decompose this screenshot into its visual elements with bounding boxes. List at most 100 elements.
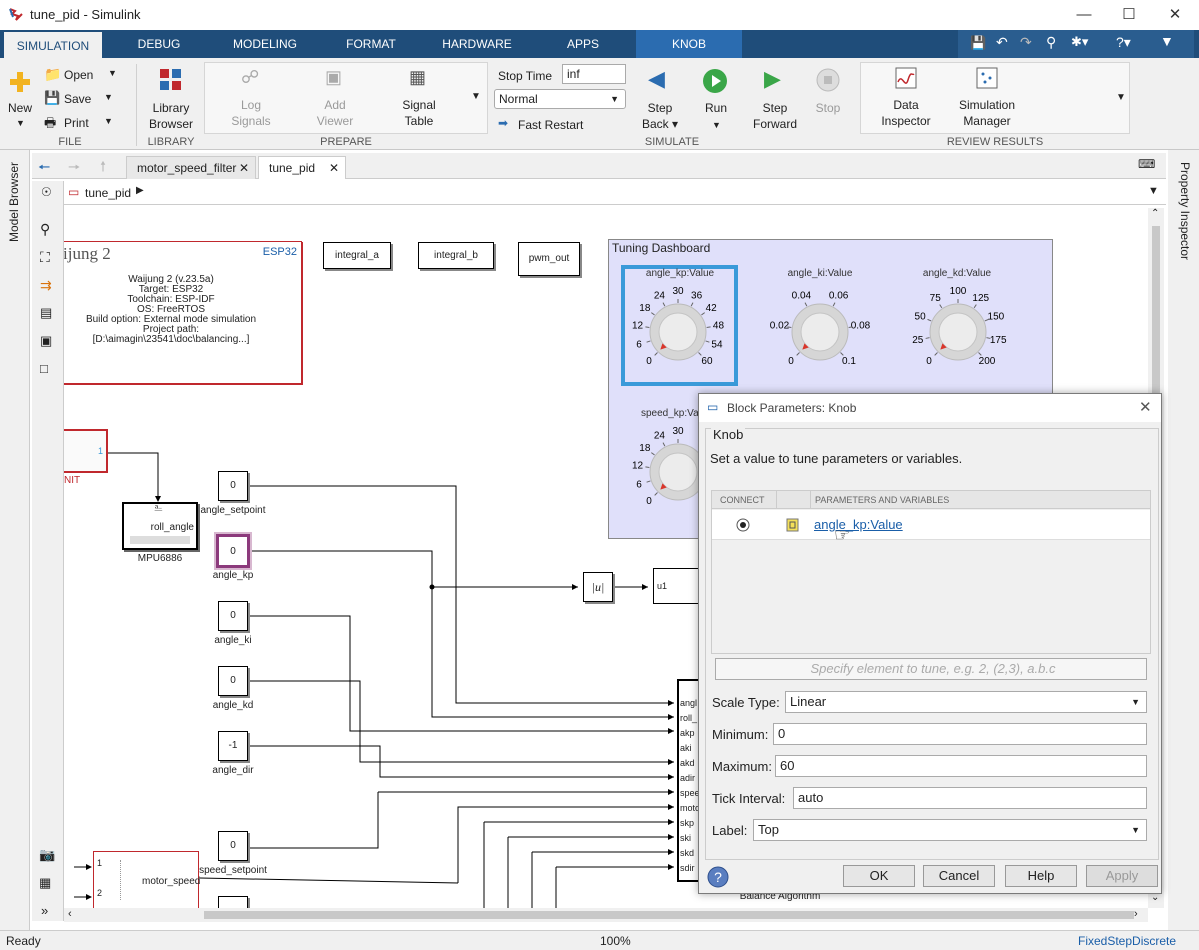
horizontal-scrollbar[interactable]: ‹ › [64,908,1148,922]
review-expand-icon[interactable]: ▼ [1116,92,1126,103]
minimum-input[interactable]: 0 [773,723,1147,745]
cancel-button[interactable]: Cancel [923,865,995,887]
camera-icon[interactable]: 📷 [39,847,55,863]
abs-block[interactable]: |u| [583,572,613,602]
ok-button[interactable]: OK [843,865,915,887]
settings-icon[interactable]: ✱▾ [1071,34,1088,50]
new-button[interactable]: New ▼ [4,64,36,134]
mpu6886-block[interactable]: ⎁ roll_angle [122,502,198,550]
element-input[interactable]: Specify element to tune, e.g. 2, (2,3), … [715,658,1147,680]
tab-simulation[interactable]: SIMULATION [4,30,102,58]
dialog-close-icon[interactable]: ✕ [1139,398,1152,416]
gallery-expand-icon[interactable]: ▼ [471,91,481,102]
step-back-button[interactable]: ◀ Step Back ▾ [636,66,684,138]
knob-angle-kd[interactable]: 025 5075 100 125 150 175 200 [903,284,1013,380]
doc-tab-tune-pid[interactable]: tune_pid ✕ [258,156,346,179]
forward-arrow-icon[interactable]: 🠖 [68,157,80,181]
area-icon[interactable]: □ [40,361,48,376]
hide-explorer-icon[interactable]: ☉ [41,185,52,199]
redo-icon[interactable]: ↷ [1020,34,1032,51]
knob-dial[interactable] [658,452,698,492]
step-forward-button[interactable]: ▶ Step Forward [748,66,802,138]
const-partial[interactable] [218,896,248,908]
image-icon[interactable]: ▣ [40,333,52,349]
chevron-right-icon[interactable]: ▶ [136,185,144,196]
help-icon[interactable]: ? [707,866,729,888]
init-block[interactable]: 1 [64,429,108,473]
undo-icon[interactable]: ↶ [996,34,1008,51]
connect-radio[interactable] [736,518,750,532]
const-angle-kd[interactable]: 0 [218,666,248,696]
const-angle-setpoint[interactable]: 0 [218,471,248,501]
knob-angle-kp[interactable]: 06 12 1824 30 3642 48 54 60 [623,284,733,380]
maximum-input[interactable]: 60 [775,755,1147,777]
solver-link[interactable]: FixedStepDiscrete [1078,934,1176,948]
save-button[interactable]: 💾 Save ▼ [42,90,122,108]
maximize-button[interactable]: ☐ [1106,4,1152,26]
u1-block[interactable]: u1 [653,568,703,604]
knob-angle-ki[interactable]: 0 0.02 0.04 0.06 0.08 0.1 [765,284,875,380]
add-viewer-button[interactable]: ▣ Add Viewer [303,67,367,129]
motor-speed-filter-block[interactable]: 1 2 motor_speed [93,851,200,908]
const-angle-kp[interactable]: 0 [216,534,250,568]
open-button[interactable]: 📁 Open ▼ [42,66,122,84]
close-icon[interactable]: ✕ [329,157,339,179]
apply-button[interactable]: Apply [1086,865,1158,887]
zoom-icon[interactable]: ⚲ [40,221,50,238]
param-link[interactable]: angle_kp:Value [814,517,903,532]
const-angle-ki[interactable]: 0 [218,601,248,631]
scale-type-select[interactable]: Linear ▼ [785,691,1147,713]
find-icon[interactable]: ⚲ [1046,34,1056,51]
keyboard-icon[interactable]: ⌨ [1138,157,1155,171]
tick-interval-input[interactable]: auto [793,787,1147,809]
breadcrumb-model[interactable]: tune_pid [85,186,131,200]
help-button[interactable]: Help [1005,865,1077,887]
run-button[interactable]: Run ▼ [694,66,738,138]
tab-debug[interactable]: DEBUG [120,30,198,58]
signal-table-button[interactable]: ▦ Signal Table [387,67,451,129]
tab-format[interactable]: FORMAT [335,30,407,58]
chevron-down-icon[interactable]: ▼ [1148,185,1159,197]
help-menu-icon[interactable]: ?▾ [1116,34,1131,51]
tab-knob[interactable]: KNOB [636,30,742,58]
scroll-up-icon[interactable]: ⌃ [1151,208,1159,219]
tab-modeling[interactable]: MODELING [220,30,310,58]
print-button[interactable]: 🖶 Print ▼ [42,114,122,132]
model-data-icon[interactable]: ▦ [39,875,51,891]
scroll-left-icon[interactable]: ‹ [68,908,72,920]
close-icon[interactable]: ✕ [239,157,249,179]
expand-palette-icon[interactable]: » [41,903,48,918]
stop-time-input[interactable]: inf [562,64,626,84]
minimize-button[interactable]: — [1061,4,1107,26]
property-inspector-label[interactable]: Property Inspector [1178,162,1192,260]
save-quick-icon[interactable]: 💾 [970,35,986,51]
integral-a-block[interactable]: integral_a [323,242,391,269]
model-browser-panel[interactable]: Model Browser [0,150,30,930]
const-speed-setpoint[interactable]: 0 [218,831,248,861]
knob-dial[interactable] [800,312,840,352]
table-row[interactable]: angle_kp:Value ☞ [712,510,1150,545]
integral-b-block[interactable]: integral_b [418,242,494,269]
tab-apps[interactable]: APPS [550,30,616,58]
model-browser-label[interactable]: Model Browser [7,162,21,242]
close-window-button[interactable]: ✕ [1152,4,1198,26]
knob-dial[interactable] [938,312,978,352]
scroll-right-icon[interactable]: › [1134,908,1138,920]
scroll-thumb[interactable] [204,911,1134,919]
doc-tab-motor-speed-filter[interactable]: motor_speed_filter ✕ [126,156,256,179]
annotation-icon[interactable]: ▤ [40,305,52,321]
collapse-ribbon-icon[interactable]: ▼ [1160,33,1174,49]
waijung-config-block[interactable]: ijung 2 ESP32 Waijung 2 (v.23.5a) Target:… [64,241,302,384]
pwm-out-block[interactable]: pwm_out [518,242,580,276]
library-browser-button[interactable]: Library Browser [142,66,200,134]
signal-arrow-icon[interactable]: ⇉ [40,277,52,294]
label-position-select[interactable]: Top ▼ [753,819,1147,841]
data-inspector-button[interactable]: Data Inspector [873,67,939,129]
tab-hardware[interactable]: HARDWARE [435,30,519,58]
sim-mode-select[interactable]: Normal ▼ [494,89,626,109]
stop-button[interactable]: Stop [810,66,846,138]
log-signals-button[interactable]: ☍ Log Signals [219,67,283,129]
fast-restart-toggle[interactable]: ➡ Fast Restart [498,116,598,134]
knob-dial[interactable] [658,312,698,352]
up-arrow-icon[interactable]: 🠕 [100,156,106,180]
